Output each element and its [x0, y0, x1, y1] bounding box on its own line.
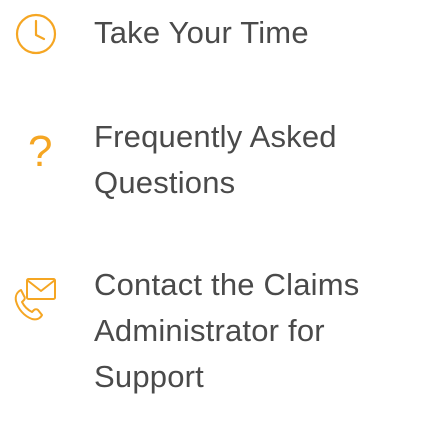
question-mark-glyph: ? — [28, 127, 53, 176]
label-line: Administrator for — [94, 313, 325, 348]
label-line: Support — [94, 359, 204, 394]
faq-label: Frequently Asked Questions — [94, 114, 424, 206]
label-line: Questions — [94, 165, 236, 200]
envelope-phone-icon — [0, 272, 70, 332]
label-line: Contact the Claims — [94, 267, 360, 302]
contact-claims-administrator-link[interactable]: Contact the Claims Administrator for Sup… — [0, 262, 428, 412]
take-your-time-link[interactable]: Take Your Time — [0, 4, 428, 64]
take-your-time-label: Take Your Time — [94, 10, 424, 56]
label-line: Frequently Asked — [94, 119, 337, 154]
question-mark-icon: ? — [0, 114, 70, 218]
help-links-list: Take Your Time ? Frequently Asked Questi… — [0, 0, 428, 425]
label-line: Take Your Time — [94, 15, 309, 50]
contact-label: Contact the Claims Administrator for Sup… — [94, 262, 424, 400]
clock-icon — [0, 4, 70, 64]
faq-link[interactable]: ? Frequently Asked Questions — [0, 114, 428, 218]
